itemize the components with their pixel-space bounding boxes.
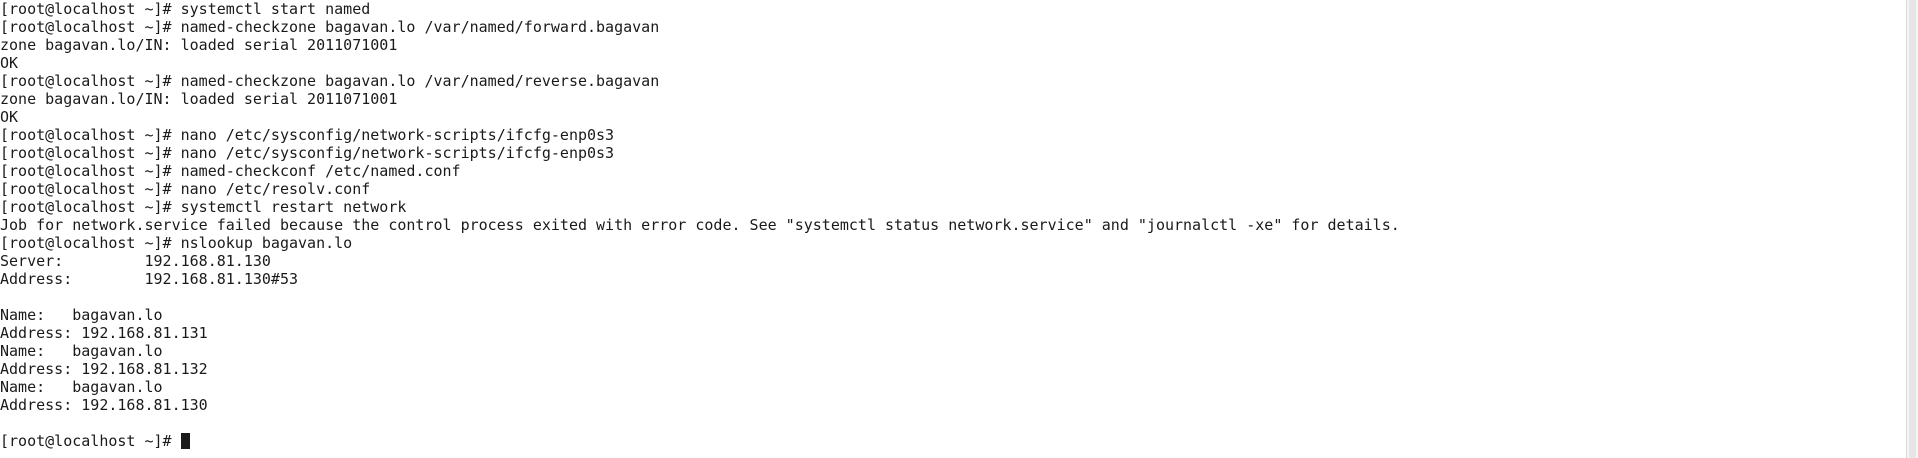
terminal-window[interactable]: [root@localhost ~]# systemctl start name…: [0, 0, 1906, 458]
terminal-line: [root@localhost ~]# named-checkconf /etc…: [0, 162, 461, 180]
text-cursor: [180, 433, 190, 449]
terminal-line: Name: bagavan.lo: [0, 342, 163, 360]
terminal-line: Server: 192.168.81.130: [0, 252, 271, 270]
terminal-line: [root@localhost ~]# named-checkzone baga…: [0, 18, 660, 36]
terminal-line: [root@localhost ~]# named-checkzone baga…: [0, 72, 660, 90]
terminal-line: zone bagavan.lo/IN: loaded serial 201107…: [0, 36, 398, 54]
terminal-line: Name: bagavan.lo: [0, 306, 163, 324]
terminal-line: Address: 192.168.81.130#53: [0, 270, 299, 288]
terminal-line: [root@localhost ~]# nslookup bagavan.lo: [0, 234, 353, 252]
terminal-line: OK: [0, 108, 19, 126]
terminal-line: Address: 192.168.81.131: [0, 324, 208, 342]
scrollbar-thumb[interactable]: [1909, 0, 1916, 458]
terminal-line: [root@localhost ~]# systemctl start name…: [0, 0, 371, 18]
terminal-line: [root@localhost ~]# nano /etc/sysconfig/…: [0, 144, 615, 162]
vertical-scrollbar[interactable]: [1906, 0, 1918, 458]
terminal-line: [root@localhost ~]# nano /etc/sysconfig/…: [0, 126, 615, 144]
terminal-line: Name: bagavan.lo: [0, 378, 163, 396]
terminal-line: zone bagavan.lo/IN: loaded serial 201107…: [0, 90, 398, 108]
terminal-line: Address: 192.168.81.130: [0, 396, 208, 414]
terminal-prompt-line[interactable]: [root@localhost ~]#: [0, 432, 1906, 450]
terminal-prompt: [root@localhost ~]#: [0, 432, 181, 450]
terminal-error-line: Job for network.service failed because t…: [0, 216, 1400, 234]
terminal-line: Address: 192.168.81.132: [0, 360, 208, 378]
terminal-line: [root@localhost ~]# nano /etc/resolv.con…: [0, 180, 371, 198]
terminal-line: [root@localhost ~]# systemctl restart ne…: [0, 198, 407, 216]
terminal-line: OK: [0, 54, 19, 72]
